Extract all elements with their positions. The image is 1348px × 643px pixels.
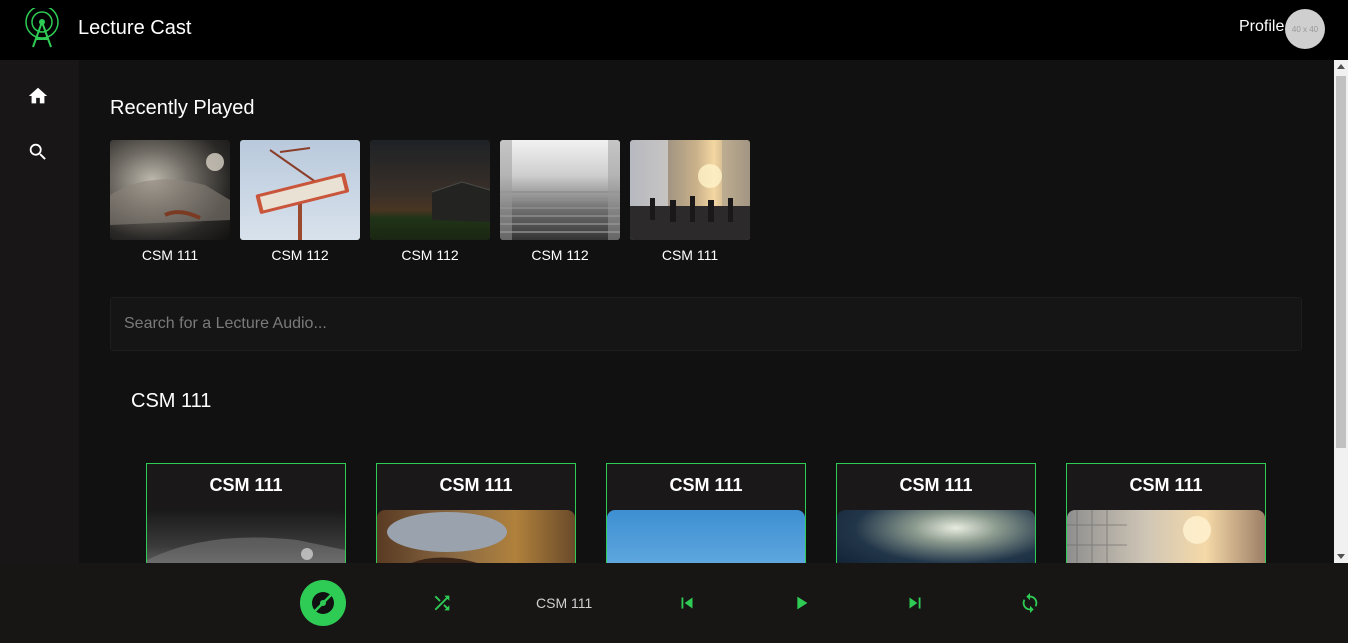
lecture-card-title: CSM 111 [669,475,743,495]
lecture-card[interactable]: CSM 111 [606,463,806,563]
city-street-thumbnail [630,140,750,240]
lecture-card[interactable]: CSM 111 [836,463,1036,563]
recent-item[interactable]: CSM 111 [110,140,230,263]
recent-item-label: CSM 112 [531,247,589,263]
recent-item[interactable]: CSM 111 [630,140,750,263]
broadcast-tower-logo-icon[interactable] [24,8,60,48]
lecture-card-title: CSM 111 [899,475,973,495]
search-box[interactable] [110,297,1302,351]
barn-at-night-thumbnail [370,140,490,240]
search-icon[interactable] [27,141,49,163]
car-bw-image [147,510,345,563]
scroll-down-arrow-icon[interactable] [1337,554,1345,559]
recent-item[interactable]: CSM 112 [500,140,620,263]
main-content: Recently Played CSM 111 CSM 112 CSM 112 … [79,60,1334,563]
avatar[interactable]: 40 x 40 [1285,9,1325,49]
scrollbar-thumb[interactable] [1336,76,1346,448]
search-input[interactable] [111,298,1301,350]
disc-icon [309,589,337,617]
recent-item[interactable]: CSM 112 [240,140,360,263]
profile-link[interactable]: Profile [1239,18,1284,36]
recent-item-label: CSM 112 [401,247,459,263]
motel-sign-thumbnail [240,140,360,240]
lecture-card[interactable]: CSM 111 [146,463,346,563]
recent-item-label: CSM 111 [141,247,199,263]
shuffle-icon[interactable] [431,592,453,614]
skip-previous-icon[interactable] [676,592,698,614]
lecture-card[interactable]: CSM 111 [1066,463,1266,563]
repeat-icon[interactable] [1019,592,1041,614]
top-bar: Lecture Cast Profile 40 x 40 [0,0,1348,60]
disc-button[interactable] [300,580,346,626]
recently-played-title: Recently Played [110,97,255,119]
blurry-dark-image [837,510,1035,563]
lecture-card-title: CSM 111 [209,475,283,495]
app-title[interactable]: Lecture Cast [78,17,191,40]
recent-item-label: CSM 112 [271,247,329,263]
recent-item-label: CSM 111 [661,247,719,263]
sidebar [0,60,79,563]
player-bar: CSM 111 [0,563,1348,643]
vintage-car-thumbnail [110,140,230,240]
blue-sky-image [607,510,805,563]
lecture-card-title: CSM 111 [439,475,513,495]
person-in-hat-image [377,510,575,563]
lecture-card[interactable]: CSM 111 [376,463,576,563]
skip-next-icon[interactable] [904,592,926,614]
foggy-stairs-thumbnail [500,140,620,240]
lecture-card-title: CSM 111 [1129,475,1203,495]
scroll-up-arrow-icon[interactable] [1337,64,1345,69]
course-heading: CSM 111 [131,390,212,412]
now-playing-label: CSM 111 [536,595,593,611]
home-icon[interactable] [27,85,49,107]
play-icon[interactable] [790,592,812,614]
city-buildings-image [1067,510,1265,563]
vertical-scrollbar[interactable] [1334,60,1348,563]
recent-item[interactable]: CSM 112 [370,140,490,263]
